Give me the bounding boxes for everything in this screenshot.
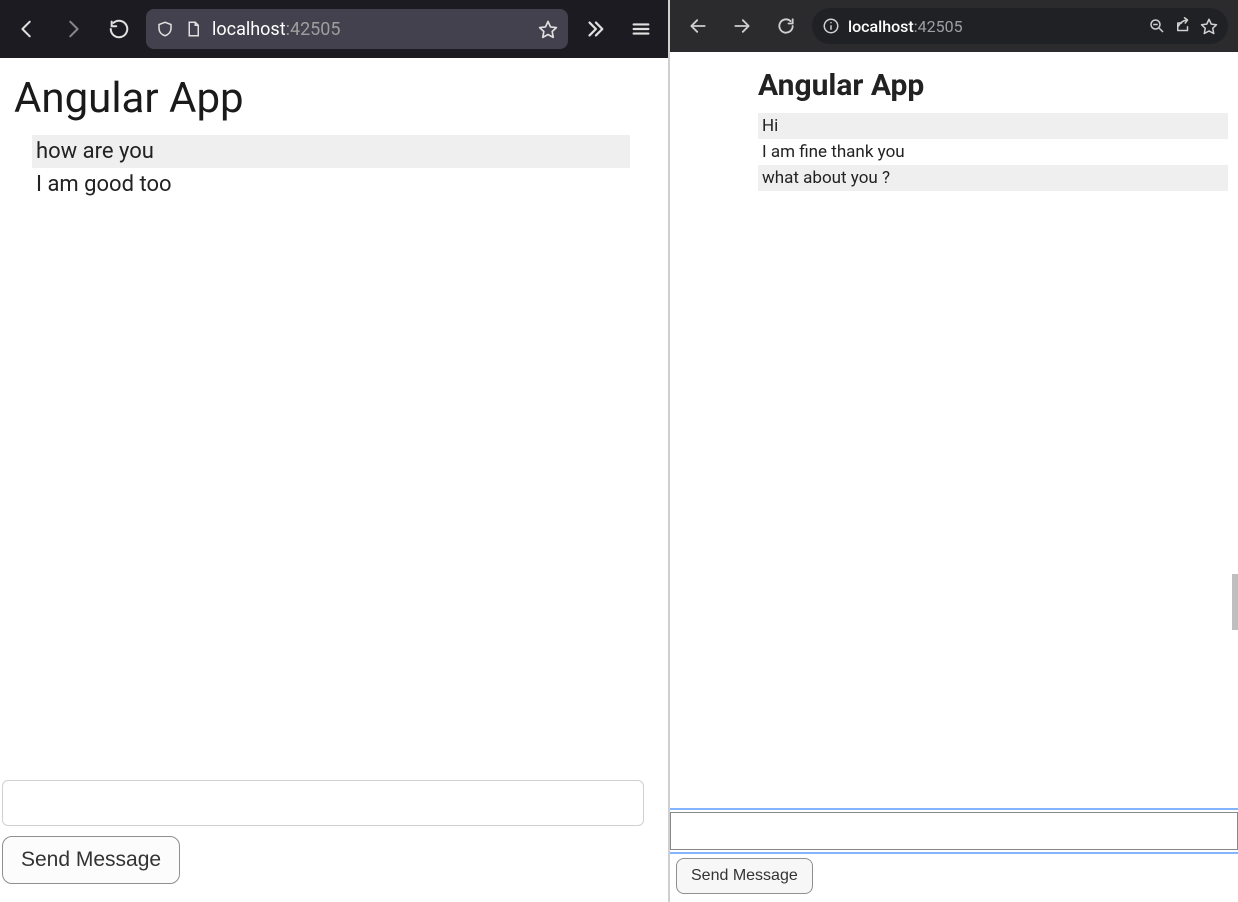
zoom-icon [1148, 17, 1166, 35]
url-text: localhost:42505 [848, 17, 963, 36]
send-message-button[interactable]: Send Message [2, 836, 180, 884]
url-port: :42505 [286, 19, 341, 40]
url-host: localhost [212, 19, 286, 40]
page-title: Angular App [758, 68, 1228, 103]
message-item: Hi [758, 113, 1228, 139]
bookmark-star-button[interactable] [538, 19, 558, 39]
share-button[interactable] [1174, 17, 1192, 35]
info-icon [822, 17, 840, 35]
message-list: Hi I am fine thank you what about you ? [758, 113, 1228, 191]
right-browser-window: localhost:42505 Angular App Hi I am fine… [670, 0, 1238, 902]
send-message-button[interactable]: Send Message [676, 858, 813, 894]
message-item: what about you ? [758, 165, 1228, 191]
back-button[interactable] [680, 8, 716, 44]
right-page-body: Angular App Hi I am fine thank you what … [670, 52, 1238, 902]
page-title: Angular App [14, 74, 658, 123]
share-icon [1174, 17, 1192, 35]
scroll-hint [1232, 574, 1238, 630]
forward-button[interactable] [54, 10, 92, 48]
reload-icon [108, 18, 130, 40]
back-button[interactable] [8, 10, 46, 48]
url-port: :42505 [914, 17, 963, 36]
left-page-body: Angular App how are you I am good too Se… [0, 58, 668, 902]
forward-button[interactable] [724, 8, 760, 44]
message-list: how are you I am good too [32, 135, 630, 201]
message-input[interactable] [670, 812, 1238, 850]
shield-icon [156, 20, 174, 38]
message-input[interactable] [2, 780, 644, 826]
back-icon [688, 16, 708, 36]
bookmark-star-button[interactable] [1200, 17, 1218, 35]
address-bar[interactable]: localhost:42505 [812, 8, 1228, 44]
hamburger-icon [630, 18, 652, 40]
composer: Send Message [0, 780, 646, 884]
site-info-button[interactable] [822, 17, 840, 35]
left-browser-window: localhost:42505 Angular App how are you … [0, 0, 670, 902]
overflow-button[interactable] [576, 10, 614, 48]
zoom-button[interactable] [1148, 17, 1166, 35]
star-icon [1200, 17, 1218, 35]
message-item: I am good too [32, 168, 630, 201]
url-host: localhost [848, 17, 914, 36]
message-item: I am fine thank you [758, 139, 1228, 165]
forward-icon [732, 16, 752, 36]
address-bar[interactable]: localhost:42505 [146, 9, 568, 49]
page-icon [184, 20, 202, 38]
url-text: localhost:42505 [212, 19, 341, 40]
chrome-toolbar: localhost:42505 [670, 0, 1238, 52]
composer: Send Message [670, 812, 1238, 894]
firefox-toolbar: localhost:42505 [0, 0, 668, 58]
reload-icon [776, 16, 796, 36]
overflow-chevrons-icon [584, 18, 606, 40]
back-icon [16, 18, 38, 40]
forward-icon [62, 18, 84, 40]
reload-button[interactable] [768, 8, 804, 44]
star-icon [538, 19, 558, 39]
reload-button[interactable] [100, 10, 138, 48]
app-menu-button[interactable] [622, 10, 660, 48]
message-item: how are you [32, 135, 630, 168]
